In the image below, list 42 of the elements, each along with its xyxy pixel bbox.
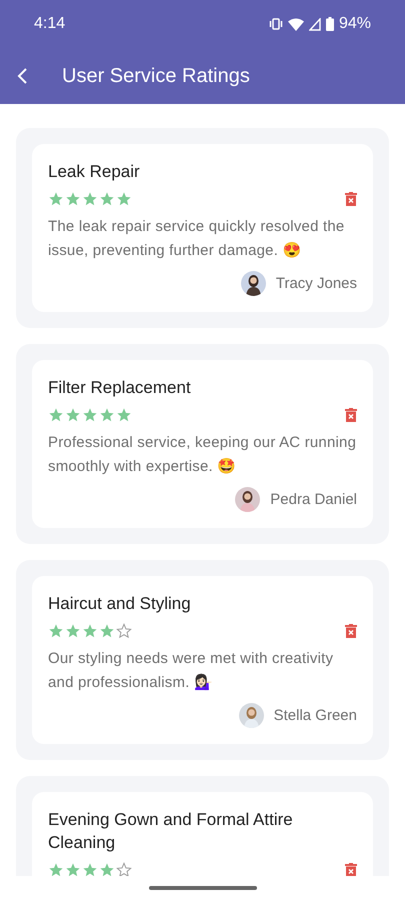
star-icon (65, 407, 81, 423)
star-icon (48, 623, 64, 639)
delete-icon[interactable] (345, 408, 357, 422)
star-icon (65, 191, 81, 207)
star-icon (99, 623, 115, 639)
star-icon (82, 407, 98, 423)
star-outline-icon (116, 862, 132, 876)
delete-icon[interactable] (345, 192, 357, 206)
star-icon (82, 623, 98, 639)
screen-title: User Service Ratings (62, 64, 250, 88)
star-icon (99, 407, 115, 423)
star-icon (48, 862, 64, 876)
star-icon (99, 862, 115, 876)
battery-icon (326, 17, 334, 31)
star-icon (48, 191, 64, 207)
back-icon[interactable] (16, 68, 28, 84)
service-title: Haircut and Styling (48, 593, 192, 615)
service-title: Evening Gown and Formal Attire Cleaning (48, 809, 294, 854)
review-comment: Professional service, keeping our AC running smoothly with expertise. 🤩 (48, 433, 357, 477)
signal-icon (308, 18, 321, 30)
service-title: Leak Repair (48, 161, 141, 183)
status-time: 4:14 (34, 15, 66, 33)
delete-icon[interactable] (345, 624, 357, 638)
star-icon (82, 862, 98, 876)
review-comment: The leak repair service quickly resolved the issue, preventing further damage. 😍 (48, 217, 346, 261)
star-icon (65, 862, 81, 876)
vibrate-icon (268, 18, 283, 30)
author-name: Pedra Daniel (270, 491, 357, 508)
wifi-icon (288, 18, 304, 30)
author-name: Stella Green (274, 707, 357, 724)
star-icon (116, 407, 132, 423)
delete-icon[interactable] (345, 863, 357, 876)
star-icon (82, 191, 98, 207)
battery-level: 94% (338, 15, 371, 33)
star-icon (65, 623, 81, 639)
star-icon (99, 191, 115, 207)
review-comment: Our styling needs were met with creativity and professionalism. 💁🏻‍♀ (48, 649, 334, 693)
author-name: Tracy Jones (276, 275, 357, 292)
star-outline-icon (116, 623, 132, 639)
service-title: Filter Replacement (48, 377, 192, 399)
star-icon (48, 407, 64, 423)
star-icon (116, 191, 132, 207)
